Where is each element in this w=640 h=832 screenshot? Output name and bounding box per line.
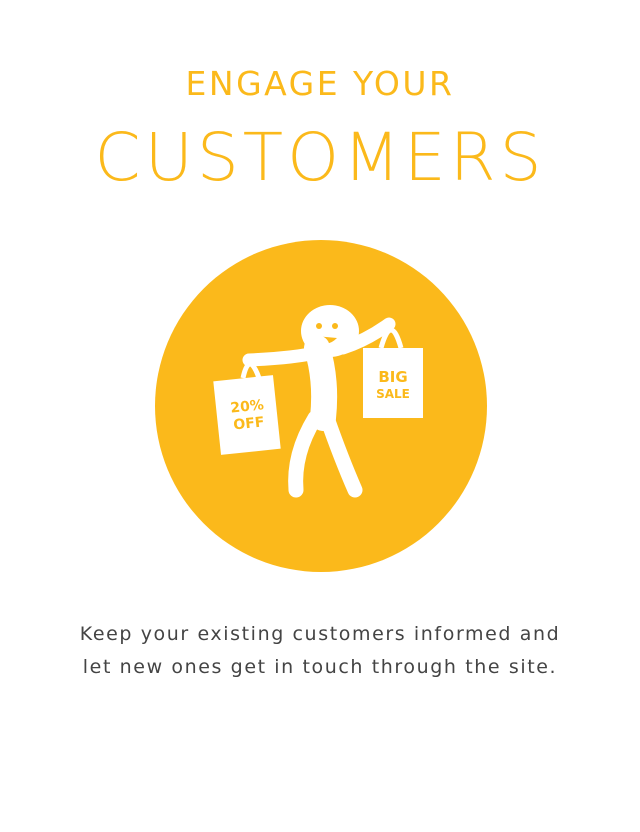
- bag-right-label-1: BIG: [378, 368, 407, 386]
- description-line-2: let new ones get in touch through the si…: [82, 656, 558, 678]
- happy-shopper-icon: 20% OFF BIG SALE: [155, 240, 487, 572]
- page-title: CUSTOMERS: [94, 119, 546, 196]
- shopper-illustration: 20% OFF BIG SALE: [155, 240, 487, 572]
- description-text: Keep your existing customers informed an…: [0, 618, 640, 684]
- shopper-eye-left: [316, 323, 322, 329]
- shopper-torso: [304, 335, 338, 431]
- eyebrow-heading: ENGAGE YOUR: [185, 64, 455, 103]
- shopper-eye-right: [332, 323, 338, 329]
- bag-right-label-2: SALE: [376, 387, 410, 401]
- bag-left-label-2: OFF: [233, 414, 266, 433]
- bag-left: [213, 375, 281, 455]
- description-line-1: Keep your existing customers informed an…: [79, 623, 561, 645]
